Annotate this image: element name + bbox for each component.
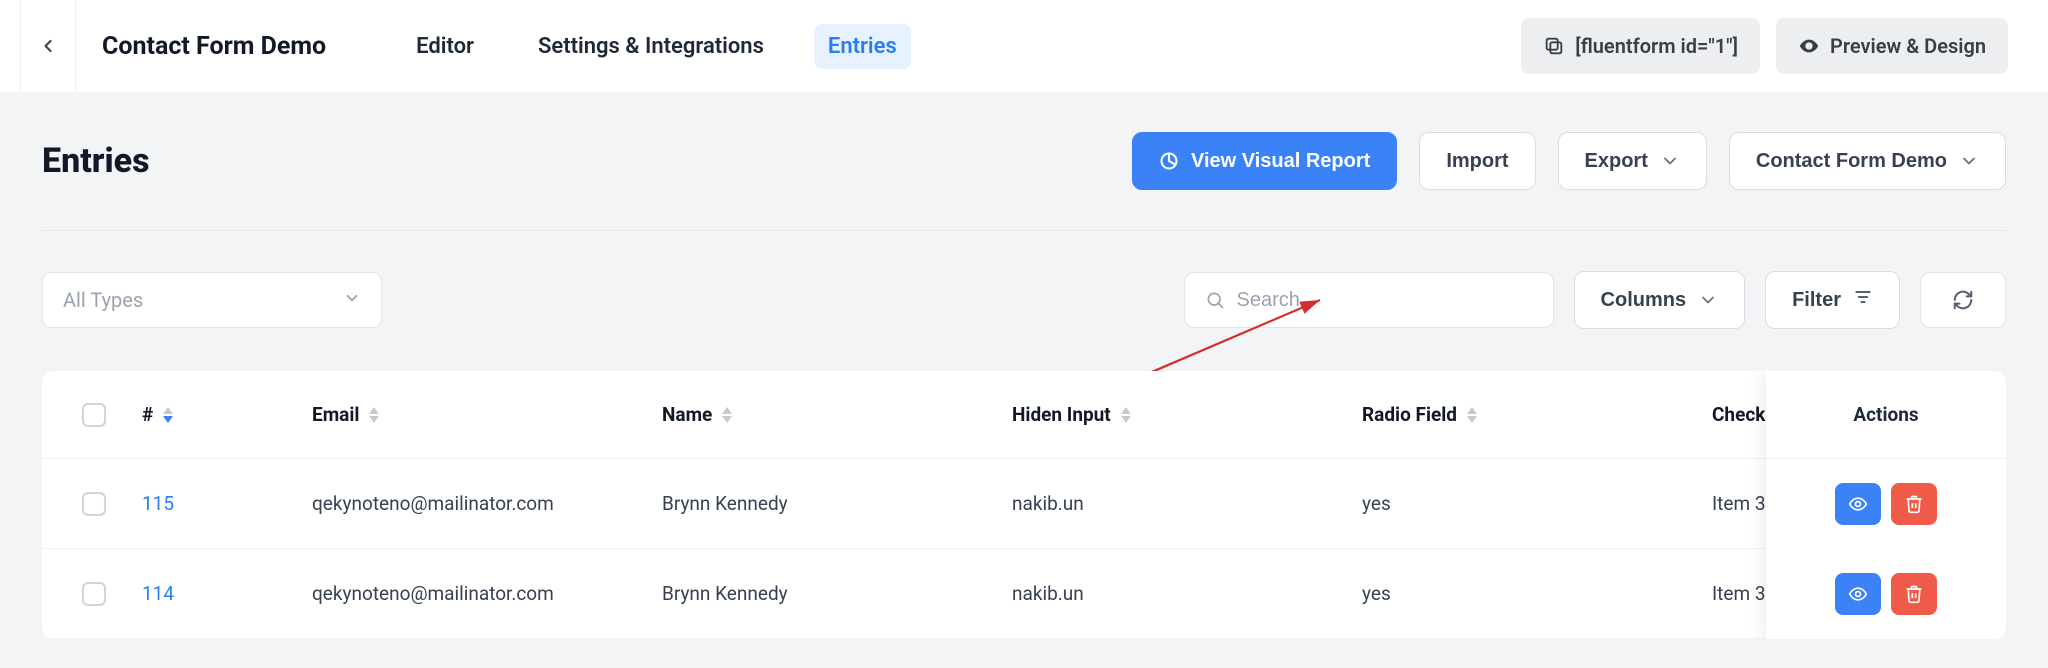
entry-id-link[interactable]: 114	[142, 582, 174, 605]
cell-radio: yes	[1362, 492, 1712, 515]
import-button[interactable]: Import	[1419, 132, 1535, 190]
row-checkbox[interactable]	[82, 582, 106, 606]
chevron-left-icon	[38, 36, 58, 56]
import-label: Import	[1446, 150, 1508, 173]
column-header-hidden[interactable]: Hiden Input	[1012, 403, 1111, 426]
back-button[interactable]	[20, 0, 76, 92]
entries-toolbar: All Types Columns Filter	[42, 271, 2006, 329]
column-header-radio[interactable]: Radio Field	[1362, 403, 1457, 426]
main-content: Entries View Visual Report Import Export…	[0, 92, 2048, 639]
sort-icon[interactable]	[369, 407, 379, 423]
copy-icon	[1543, 35, 1565, 57]
chevron-down-icon	[1959, 151, 1979, 171]
eye-icon	[1848, 494, 1868, 514]
search-field[interactable]	[1184, 272, 1554, 328]
preview-design-button[interactable]: Preview & Design	[1776, 18, 2008, 74]
column-header-actions: Actions	[1766, 371, 2006, 459]
cell-radio: yes	[1362, 582, 1712, 605]
form-title: Contact Form Demo	[92, 32, 346, 61]
tab-settings[interactable]: Settings & Integrations	[524, 24, 778, 69]
form-selector-button[interactable]: Contact Form Demo	[1729, 132, 2006, 190]
view-entry-button[interactable]	[1835, 483, 1881, 525]
trash-icon	[1904, 584, 1924, 604]
chevron-down-icon	[1698, 290, 1718, 310]
table-row: 114 qekynoteno@mailinator.com Brynn Kenn…	[42, 549, 2006, 639]
view-entry-button[interactable]	[1835, 573, 1881, 615]
delete-entry-button[interactable]	[1891, 573, 1937, 615]
trash-icon	[1904, 494, 1924, 514]
divider	[42, 230, 2006, 231]
table-header: # Email Name	[42, 371, 2006, 459]
shortcode-chip[interactable]: [fluentform id="1"]	[1521, 18, 1760, 74]
actions-cell	[1766, 459, 2006, 549]
delete-entry-button[interactable]	[1891, 483, 1937, 525]
cell-name: Brynn Kennedy	[662, 582, 1012, 605]
filter-label: Filter	[1792, 289, 1841, 312]
filter-icon	[1853, 287, 1873, 307]
preview-design-label: Preview & Design	[1830, 34, 1986, 58]
nav-tabs: Editor Settings & Integrations Entries	[402, 24, 911, 69]
cell-name: Brynn Kennedy	[662, 492, 1012, 515]
form-selector-label: Contact Form Demo	[1756, 150, 1947, 173]
entries-table: # Email Name	[42, 371, 2006, 639]
tab-entries[interactable]: Entries	[814, 24, 911, 69]
actions-column: Actions	[1766, 371, 2006, 639]
search-icon	[1205, 290, 1225, 310]
sort-icon[interactable]	[1467, 407, 1477, 423]
refresh-button[interactable]	[1920, 272, 2006, 328]
top-header: Contact Form Demo Editor Settings & Inte…	[0, 0, 2048, 92]
sort-icon[interactable]	[722, 407, 732, 423]
shortcode-text: [fluentform id="1"]	[1575, 34, 1738, 58]
cell-hidden: nakib.un	[1012, 492, 1362, 515]
cell-email: qekynoteno@mailinator.com	[312, 582, 662, 605]
type-filter-label: All Types	[63, 288, 143, 312]
column-header-name[interactable]: Name	[662, 403, 712, 426]
columns-button[interactable]: Columns	[1574, 271, 1746, 329]
row-checkbox[interactable]	[82, 492, 106, 516]
refresh-icon	[1952, 289, 1974, 311]
tab-editor[interactable]: Editor	[402, 24, 488, 69]
export-label: Export	[1585, 150, 1648, 173]
export-button[interactable]: Export	[1558, 132, 1707, 190]
filter-button[interactable]: Filter	[1765, 271, 1900, 329]
select-all-checkbox[interactable]	[82, 403, 106, 427]
title-row: Entries View Visual Report Import Export…	[42, 132, 2006, 190]
chevron-down-icon	[1660, 151, 1680, 171]
column-header-id[interactable]: #	[142, 403, 153, 426]
type-filter-dropdown[interactable]: All Types	[42, 272, 382, 328]
eye-icon	[1798, 35, 1820, 57]
sort-icon[interactable]	[1121, 407, 1131, 423]
sort-icon[interactable]	[163, 407, 173, 423]
table-row: 115 qekynoteno@mailinator.com Brynn Kenn…	[42, 459, 2006, 549]
cell-email: qekynoteno@mailinator.com	[312, 492, 662, 515]
column-header-email[interactable]: Email	[312, 403, 359, 426]
chevron-down-icon	[343, 289, 361, 307]
pie-chart-icon	[1159, 151, 1179, 171]
actions-cell	[1766, 549, 2006, 639]
entry-id-link[interactable]: 115	[142, 492, 174, 515]
visual-report-label: View Visual Report	[1191, 150, 1370, 173]
columns-label: Columns	[1601, 289, 1687, 312]
view-visual-report-button[interactable]: View Visual Report	[1132, 132, 1397, 190]
search-input[interactable]	[1237, 289, 1533, 312]
eye-icon	[1848, 584, 1868, 604]
page-title: Entries	[42, 141, 150, 181]
cell-hidden: nakib.un	[1012, 582, 1362, 605]
